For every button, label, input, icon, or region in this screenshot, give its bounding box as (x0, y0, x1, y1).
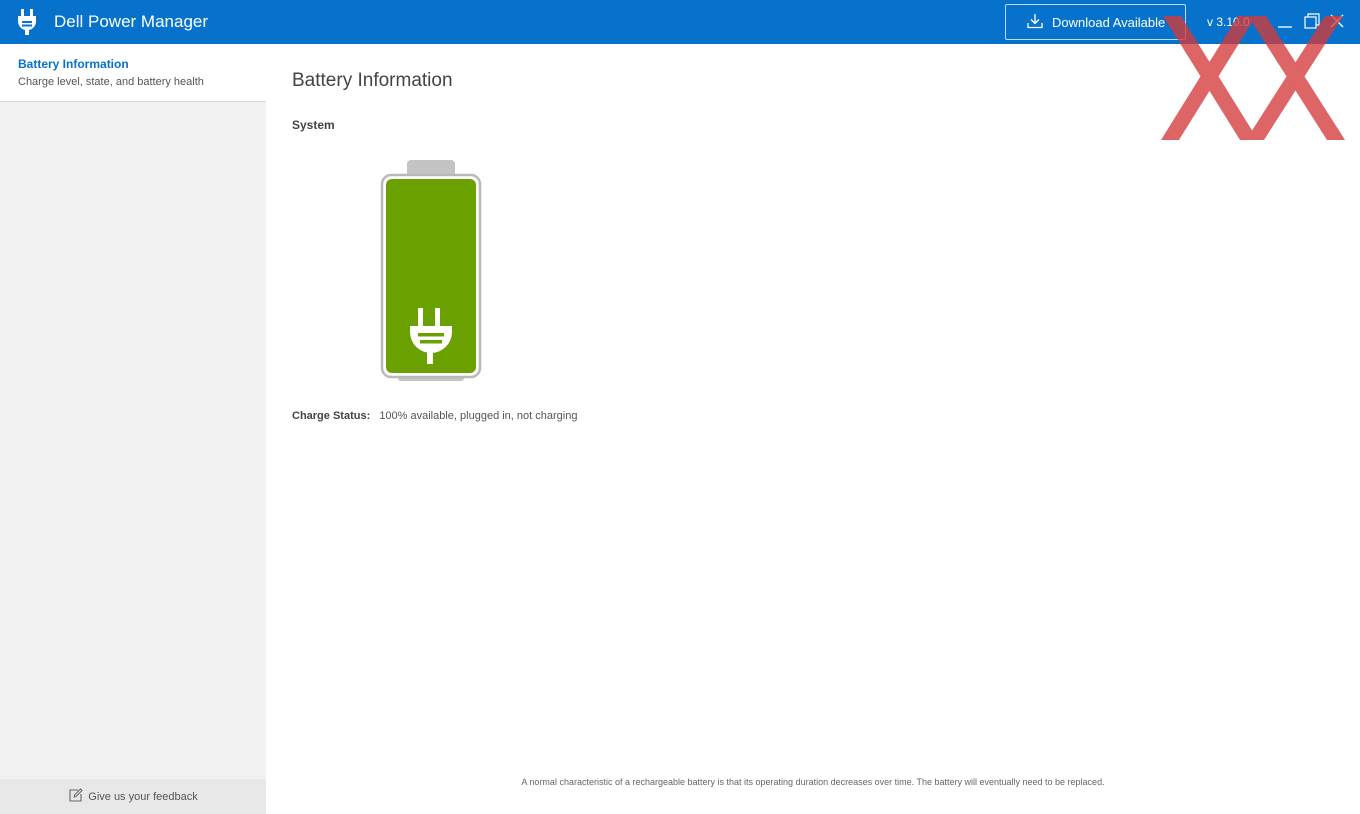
sidebar-item-battery-information[interactable]: Battery Information Charge level, state,… (0, 44, 266, 102)
download-icon (1026, 12, 1044, 33)
charge-status-label: Charge Status: (292, 410, 371, 422)
version-label: v 3.10.0 (1207, 15, 1250, 29)
battery-gauge (380, 158, 482, 384)
download-available-button[interactable]: Download Available (1005, 4, 1186, 40)
close-button[interactable] (1327, 11, 1347, 31)
page-title: Battery Information (292, 70, 453, 91)
sidebar-item-label: Battery Information (18, 57, 129, 71)
edit-icon (68, 787, 83, 806)
maximize-button[interactable] (1302, 11, 1322, 31)
power-plug-icon (16, 9, 38, 35)
sidebar: Battery Information Charge level, state,… (0, 44, 266, 814)
title-bar: Dell Power Manager Download Available v … (0, 0, 1360, 44)
battery-footnote: A normal characteristic of a rechargeabl… (521, 777, 1105, 787)
download-label: Download Available (1052, 14, 1166, 30)
section-title: System (292, 118, 335, 132)
charge-status: Charge Status: 100% available, plugged i… (292, 410, 577, 422)
app-title: Dell Power Manager (54, 12, 209, 31)
sidebar-item-sublabel: Charge level, state, and battery health (18, 76, 204, 88)
minimize-button[interactable] (1275, 11, 1295, 31)
feedback-button[interactable]: Give us your feedback (0, 779, 266, 814)
feedback-label: Give us your feedback (88, 790, 198, 803)
charge-status-value: 100% available, plugged in, not charging (379, 410, 578, 422)
